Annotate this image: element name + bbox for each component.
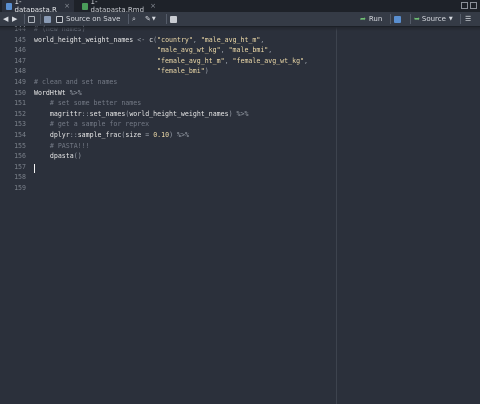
- line-number: 148: [14, 67, 26, 76]
- text-cursor: [34, 163, 35, 173]
- line-number: 151: [14, 99, 26, 108]
- code-line[interactable]: # clean and set names: [34, 78, 117, 86]
- code-line[interactable]: world_height_weight_names <- c("country"…: [34, 36, 264, 44]
- code-tools-button[interactable]: ✎ ▼: [145, 14, 156, 24]
- line-number: 158: [14, 173, 26, 182]
- compile-report-button[interactable]: [170, 14, 177, 24]
- source-arrow-icon: ➥: [414, 15, 420, 23]
- notebook-icon: [170, 15, 177, 23]
- line-number: 159: [14, 184, 26, 192]
- run-arrow-icon: ➦: [360, 15, 366, 23]
- find-replace-button[interactable]: ⌕: [132, 14, 136, 24]
- rmd-file-icon: [82, 2, 88, 10]
- document-outline-button[interactable]: ☰: [465, 14, 471, 24]
- line-number: 154: [14, 131, 26, 139]
- line-number: 155: [14, 141, 26, 150]
- pane-window-controls: [461, 2, 477, 9]
- chevron-down-icon: ▼: [151, 16, 156, 22]
- source-on-save-label: Source on Save: [66, 15, 121, 23]
- scroll-shadow: [0, 27, 480, 31]
- line-number: 147: [14, 56, 26, 65]
- chevron-down-icon: ▼: [448, 16, 453, 22]
- line-number: 150: [14, 88, 26, 97]
- source-on-save-toggle[interactable]: Source on Save: [56, 14, 120, 24]
- code-line[interactable]: dpasta(): [34, 152, 82, 160]
- line-number: 145: [14, 35, 26, 44]
- outline-icon: ☰: [465, 15, 472, 23]
- wand-icon: ✎: [145, 15, 151, 23]
- checkbox-icon: [56, 15, 63, 23]
- arrow-left-icon: ◀: [3, 15, 9, 23]
- code-line[interactable]: "female_bmi"): [34, 67, 209, 75]
- popout-icon: [28, 15, 35, 23]
- close-icon[interactable]: ×: [64, 2, 70, 10]
- forward-button[interactable]: ▶: [12, 14, 17, 24]
- maximize-pane-icon[interactable]: [470, 2, 477, 9]
- line-number-gutter: 1441451461471481491501511521531541551561…: [0, 25, 30, 404]
- arrow-right-icon: ▶: [12, 15, 18, 23]
- print-margin-line: [336, 27, 337, 404]
- code-line[interactable]: # PASTA!!!: [34, 142, 90, 150]
- search-icon: ⌕: [132, 14, 136, 23]
- code-line[interactable]: dplyr::sample_frac(size = 0.10) %>%: [34, 131, 189, 139]
- line-number: 156: [14, 152, 26, 161]
- code-line[interactable]: "female_avg_ht_m", "female_avg_wt_kg",: [34, 57, 308, 65]
- run-label: Run: [368, 15, 383, 23]
- r-file-icon: [6, 2, 12, 10]
- line-number: 152: [14, 109, 26, 118]
- rerun-button[interactable]: [394, 14, 401, 24]
- line-number: 146: [14, 46, 26, 55]
- line-number: 149: [14, 78, 26, 86]
- source-button[interactable]: ➥ Source ▼: [414, 14, 453, 24]
- code-line[interactable]: magrittr::set_names(world_height_weight_…: [34, 110, 249, 118]
- code-line[interactable]: # set some better names: [34, 99, 141, 107]
- code-line[interactable]: WordHtWt %>%: [34, 89, 82, 97]
- line-number: 153: [14, 120, 26, 129]
- code-line[interactable]: # get a sample for reprex: [34, 120, 149, 128]
- code-line[interactable]: "male_avg_wt_kg", "male_bmi",: [34, 46, 272, 54]
- rerun-icon: [394, 15, 401, 23]
- run-button[interactable]: ➦ Run: [360, 14, 382, 24]
- tab-1-datapasta-rmd[interactable]: 1-datapasta.Rmd ×: [78, 0, 160, 14]
- show-in-window-button[interactable]: [28, 14, 35, 24]
- tab-1-datapasta-r[interactable]: 1-datapasta.R ×: [2, 0, 74, 14]
- save-icon: [44, 15, 51, 23]
- close-icon[interactable]: ×: [150, 2, 156, 10]
- minimize-pane-icon[interactable]: [461, 2, 468, 9]
- code-editor[interactable]: # (new names)world_height_weight_names <…: [34, 25, 336, 404]
- back-button[interactable]: ◀: [3, 14, 8, 24]
- save-button[interactable]: [44, 14, 51, 24]
- line-number: 157: [14, 162, 26, 171]
- source-label: Source: [421, 15, 446, 23]
